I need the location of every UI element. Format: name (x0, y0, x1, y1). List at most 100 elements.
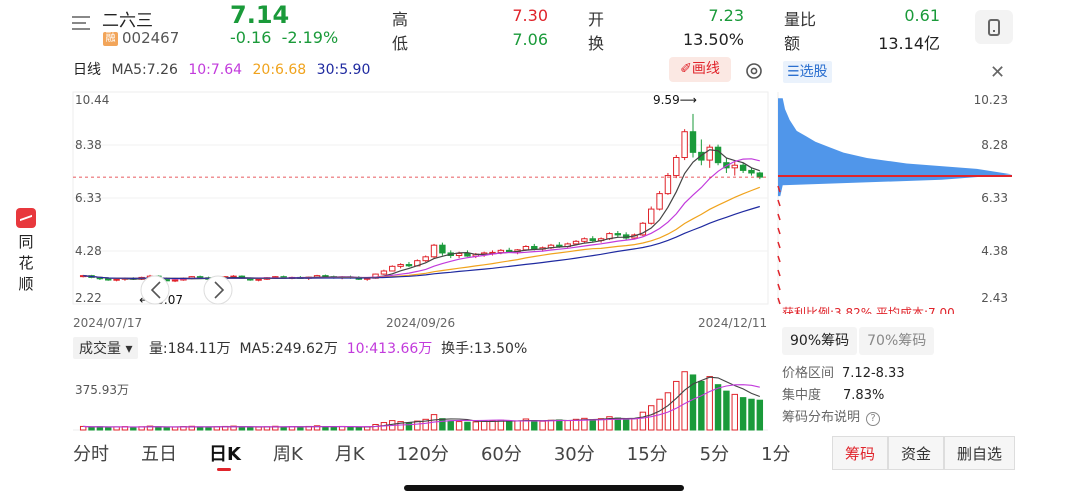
volume-bar (155, 426, 162, 431)
volume-bar (297, 426, 304, 431)
price-tick-label: 10.44 (75, 93, 109, 107)
candle-body (105, 278, 112, 281)
settings-gear-icon[interactable] (744, 61, 764, 81)
volume-bar (88, 426, 95, 431)
candle-body (230, 275, 237, 278)
volume-tick-label: 375.93万 (75, 383, 129, 397)
candle-body (756, 172, 764, 178)
candle-body (455, 252, 463, 257)
volume-bar (748, 398, 755, 431)
candle-body (522, 245, 530, 251)
candle-body (430, 244, 438, 258)
tab-1min[interactable]: 1分 (761, 440, 790, 466)
current-price: 7.14 (230, 1, 290, 29)
candle-body (689, 131, 697, 153)
period-label: 日线 (73, 62, 101, 78)
chip-button[interactable]: 筹码 (832, 436, 889, 470)
draw-line-button[interactable]: ✐画线 (669, 57, 731, 82)
indicator-dropdown[interactable]: 成交量 ▾ (73, 337, 139, 359)
volume-bar (105, 426, 112, 431)
volume-ratio-value: 0.61 (904, 6, 940, 25)
candle-body (422, 256, 429, 262)
volume-bar (171, 426, 179, 431)
chip-concentration: 集中度 7.83% (782, 388, 885, 403)
volume-bar (255, 426, 262, 431)
tab-60min[interactable]: 60分 (481, 440, 522, 466)
ma30-line (83, 205, 760, 280)
volume-bar (347, 426, 354, 431)
volume-ratio-label: 量比 (784, 10, 817, 29)
high-label: 高 (392, 10, 409, 29)
volume-bar (564, 420, 571, 431)
kline-chart-area: 10.448.386.334.282.229.59⟶⟵3.07375.93万10… (0, 52, 1086, 432)
max-price-label: 9.59⟶ (653, 93, 697, 107)
volume-bar (330, 426, 338, 431)
tab-30min[interactable]: 30分 (554, 440, 595, 466)
tab-monthly-k[interactable]: 月K (335, 440, 365, 466)
chip-explain-link[interactable]: 筹码分布说明? (782, 406, 881, 426)
tab-weekly-k[interactable]: 周K (273, 440, 303, 466)
volume-bar (130, 426, 137, 431)
open-value: 7.23 (708, 6, 744, 25)
candle-body (497, 249, 505, 253)
period-tabs: 分时 五日 日K 周K 月K 120分 60分 30分 15分 5分 1分 (73, 440, 823, 471)
volume-bar (455, 421, 463, 431)
volume-bar (756, 399, 764, 431)
tab-120min[interactable]: 120分 (397, 440, 449, 466)
volume-legend: 成交量 ▾ 量:184.11万 MA5:249.62万 10:413.66万 换… (73, 337, 527, 359)
chip-price-range: 价格区间 7.12-8.33 (782, 366, 905, 381)
close-icon[interactable]: ✕ (990, 62, 1005, 83)
menu-back-icon[interactable] (72, 14, 92, 30)
candle-body (397, 264, 404, 267)
high-value: 7.30 (512, 6, 548, 25)
volume-bar (514, 420, 521, 431)
volume-bar (631, 418, 638, 431)
volume-bar (706, 376, 713, 431)
capital-button[interactable]: 资金 (888, 436, 945, 470)
price-tick-label: 6.33 (75, 191, 102, 205)
candle-body (389, 265, 396, 272)
tab-daily-k[interactable]: 日K (209, 440, 241, 471)
volume-bar (372, 423, 379, 431)
volume-bar (714, 384, 722, 431)
volume-bar (673, 380, 680, 431)
volume-bar (238, 426, 246, 431)
volume-bar (464, 421, 471, 431)
candle-body (255, 278, 262, 281)
date-end: 2024/12/11 (698, 316, 768, 330)
candle-body (589, 238, 596, 242)
volume-turnover: 换手:13.50% (441, 341, 528, 357)
tab-5min[interactable]: 5分 (700, 440, 729, 466)
list-icon: ☰ (787, 64, 800, 80)
home-indicator[interactable] (404, 485, 684, 491)
tab-five-day[interactable]: 五日 (141, 440, 177, 466)
tab-intraday[interactable]: 分时 (73, 440, 109, 466)
volume-bar (447, 420, 454, 431)
volume-bar (480, 420, 488, 431)
candle-body (505, 249, 513, 253)
help-icon[interactable]: ? (866, 412, 881, 426)
layout-toggle-button[interactable] (975, 10, 1013, 44)
volume-bar (247, 426, 254, 431)
volume-bar (723, 390, 730, 431)
ma10-value: 10:7.64 (188, 62, 243, 78)
kline-chart-svg[interactable]: 10.448.386.334.282.229.59⟶⟵3.07375.93万10… (0, 52, 1086, 432)
candle-body (673, 157, 680, 177)
chip-tab-90[interactable]: 90%筹码 (782, 327, 858, 355)
volume-bar (739, 397, 747, 431)
tab-15min[interactable]: 15分 (627, 440, 668, 466)
volume-bar (556, 419, 563, 431)
ma30-value: 30:5.90 (316, 62, 371, 78)
low-value: 7.06 (512, 30, 548, 49)
chip-tab-70[interactable]: 70%筹码 (859, 327, 935, 355)
volume-bar (639, 411, 647, 431)
volume-ma5: MA5:249.62万 (239, 341, 338, 357)
stock-picker-button[interactable]: ☰选股 (783, 61, 832, 83)
candle-body (681, 131, 688, 159)
remove-watchlist-button[interactable]: 删自选 (944, 436, 1016, 470)
volume-bar (648, 405, 655, 431)
side-buttons: 筹码 资金 删自选 (832, 436, 1016, 470)
date-mid: 2024/09/26 (386, 316, 456, 330)
volume-bar (414, 420, 421, 431)
chip-tick-label: 2.43 (981, 291, 1008, 305)
